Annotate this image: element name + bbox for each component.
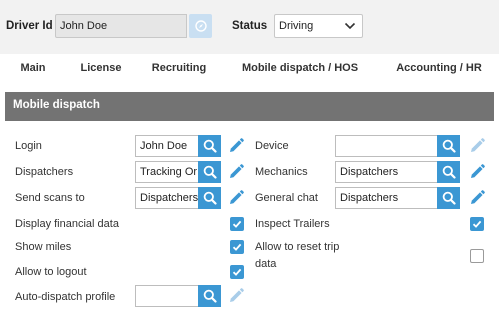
section-title: Mobile dispatch [5, 92, 494, 121]
search-icon [203, 165, 217, 179]
device-edit-icon [471, 138, 485, 152]
mechanics-edit-icon[interactable] [468, 163, 486, 181]
check-icon [232, 268, 242, 276]
check-icon [232, 243, 242, 251]
auto-dispatch-search-button[interactable] [198, 285, 221, 307]
search-icon [203, 289, 217, 303]
driver-id-input[interactable]: John Doe [55, 14, 187, 38]
check-icon [232, 220, 242, 228]
device-label: Device [255, 140, 289, 152]
login-search-button[interactable] [198, 135, 221, 157]
show-miles-checkbox[interactable] [230, 240, 244, 254]
compass-icon [194, 20, 207, 32]
send-scans-to-label: Send scans to [15, 192, 85, 204]
login-edit-icon[interactable] [227, 137, 245, 155]
send-scans-search-button[interactable] [198, 187, 221, 209]
general-chat-edit-icon[interactable] [468, 189, 486, 207]
tab-recruiting[interactable]: Recruiting [151, 54, 207, 81]
tab-mobile-dispatch-hos[interactable]: Mobile dispatch / HOS [226, 54, 374, 81]
chevron-down-icon [344, 22, 356, 30]
auto-dispatch-profile-label: Auto-dispatch profile [15, 291, 116, 303]
driver-id-label: Driver Id [6, 20, 53, 32]
mechanics-field[interactable]: Dispatchers [335, 161, 437, 183]
search-icon [442, 139, 456, 153]
display-financial-data-label: Display financial data [15, 218, 119, 230]
general-chat-search-button[interactable] [437, 187, 460, 209]
search-icon [442, 191, 456, 205]
status-label: Status [232, 20, 268, 32]
status-value: Driving [279, 20, 314, 32]
tab-main[interactable]: Main [18, 54, 48, 81]
device-search-button[interactable] [437, 135, 460, 157]
driver-header: Driver Id John Doe Status Driving [0, 0, 499, 54]
login-field[interactable]: John Doe [135, 135, 198, 157]
allow-reset-trip-data-label-line1: Allow to reset trip [255, 241, 340, 253]
inspect-trailers-checkbox[interactable] [470, 217, 484, 231]
mechanics-search-button[interactable] [437, 161, 460, 183]
allow-to-logout-checkbox[interactable] [230, 265, 244, 279]
search-icon [203, 139, 217, 153]
show-miles-label: Show miles [15, 241, 72, 253]
auto-dispatch-edit-icon [230, 288, 244, 302]
allow-to-logout-label: Allow to logout [15, 266, 87, 278]
dispatchers-search-button[interactable] [198, 161, 221, 183]
check-icon [472, 220, 482, 228]
allow-reset-trip-data-checkbox[interactable] [470, 249, 484, 263]
inspect-trailers-label: Inspect Trailers [255, 218, 330, 230]
status-select[interactable]: Driving [274, 14, 363, 38]
dispatchers-edit-icon[interactable] [227, 163, 245, 181]
general-chat-label: General chat [255, 192, 318, 204]
send-scans-to-field[interactable]: Dispatchers [135, 187, 198, 209]
mechanics-label: Mechanics [255, 166, 308, 178]
tab-accounting-hr[interactable]: Accounting / HR [384, 54, 494, 81]
dispatchers-label: Dispatchers [15, 166, 74, 178]
login-label: Login [15, 140, 42, 152]
send-scans-edit-icon[interactable] [227, 189, 245, 207]
search-icon [442, 165, 456, 179]
display-financial-data-checkbox[interactable] [230, 217, 244, 231]
driver-lookup-button[interactable] [189, 14, 212, 38]
device-field[interactable] [335, 135, 437, 157]
search-icon [203, 191, 217, 205]
dispatchers-field[interactable]: Tracking Or [135, 161, 198, 183]
general-chat-field[interactable]: Dispatchers [335, 187, 437, 209]
auto-dispatch-profile-field[interactable] [135, 285, 198, 307]
allow-reset-trip-data-label-line2: data [255, 258, 277, 270]
tab-license[interactable]: License [80, 54, 122, 81]
